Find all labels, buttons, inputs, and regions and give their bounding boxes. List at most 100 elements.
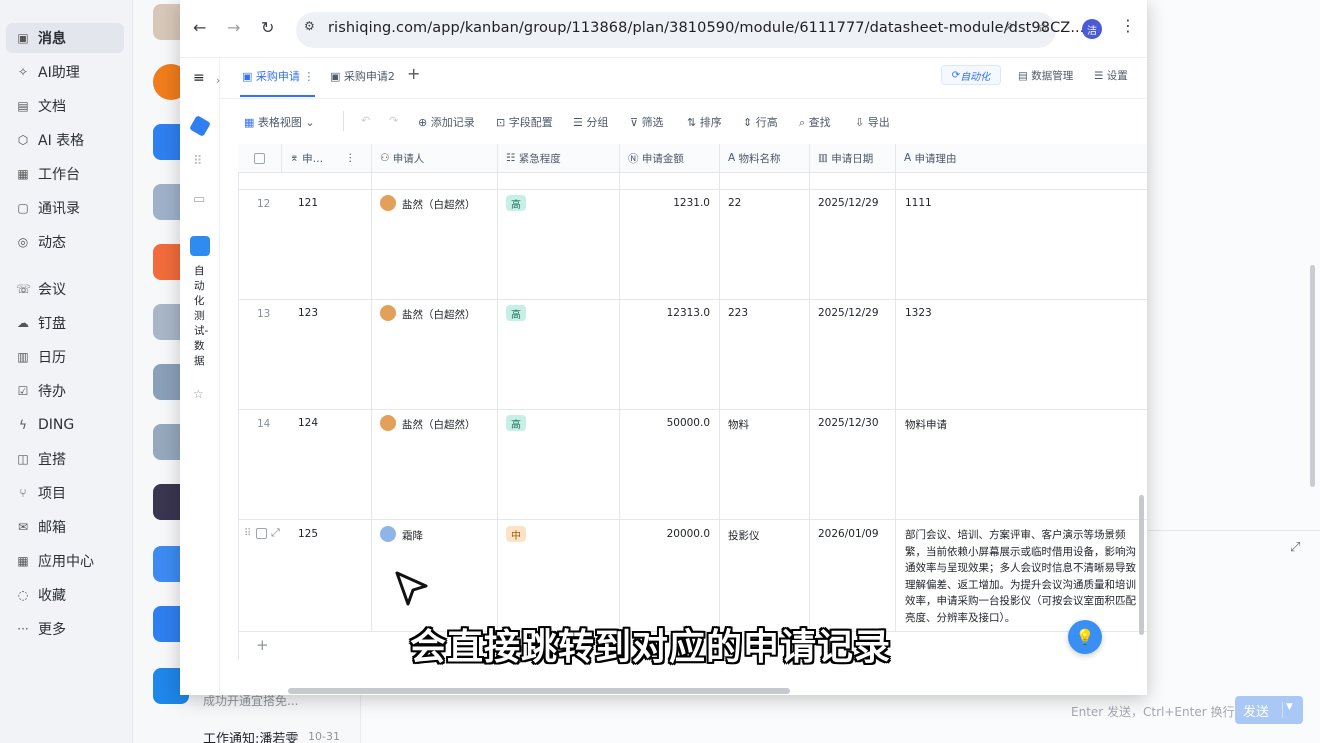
field-config-button[interactable]: ⊡ 字段配置: [496, 114, 553, 130]
cell-id[interactable]: 125: [298, 528, 318, 540]
zoom-icon[interactable]: ⌕: [1006, 18, 1014, 34]
chevron-right-icon[interactable]: ›: [216, 74, 220, 87]
module-label[interactable]: 自动化测试-数据: [194, 264, 208, 369]
nav-item-ai-assistant[interactable]: ✧ AI助理: [6, 57, 124, 87]
cell-material[interactable]: 投影仪: [728, 528, 760, 543]
column-header-urgency[interactable]: ☷ 紧急程度: [498, 144, 620, 172]
nav-item-project[interactable]: ⑂ 项目: [6, 478, 124, 508]
nav-item-yida[interactable]: ◫ 宜搭: [6, 444, 124, 474]
column-header-date[interactable]: ▥ 申请日期: [810, 144, 896, 172]
profile-avatar[interactable]: 洁: [1082, 19, 1102, 39]
cell-date[interactable]: 2025/12/30: [818, 417, 879, 429]
nav-item-favorites[interactable]: ◌ 收藏: [6, 580, 124, 610]
drag-handle-icon[interactable]: ⠿: [244, 528, 251, 539]
bookmark-star-icon[interactable]: ☆: [1036, 17, 1050, 36]
add-row-icon[interactable]: +: [256, 636, 269, 654]
column-header-id[interactable]: ⌆ 申… ⋮: [282, 144, 372, 172]
add-record-button[interactable]: ⊕ 添加记录: [418, 114, 475, 130]
forward-icon[interactable]: →: [227, 18, 240, 37]
export-button[interactable]: ⇩ 导出: [855, 114, 890, 130]
search-button[interactable]: ⌕ 查找: [799, 114, 831, 130]
cell-applicant[interactable]: 盐然（白超然）: [402, 307, 476, 322]
undo-icon[interactable]: ↶: [361, 114, 370, 127]
nav-item-ding[interactable]: ϟ DING: [6, 410, 124, 440]
kebab-menu-icon[interactable]: ⋮: [1120, 16, 1136, 35]
row-checkbox[interactable]: [256, 528, 267, 539]
cell-id[interactable]: 123: [298, 307, 318, 319]
cell-date[interactable]: 2025/12/29: [818, 197, 879, 209]
nav-item-feed[interactable]: ◎ 动态: [6, 227, 124, 257]
nav-item-mail[interactable]: ✉ 邮箱: [6, 512, 124, 542]
site-settings-icon[interactable]: ⚙: [304, 19, 315, 33]
urgency-tag[interactable]: 高: [506, 195, 526, 211]
chat-scrollbar[interactable]: [1310, 265, 1315, 487]
cell-applicant[interactable]: 盐然（白超然）: [402, 197, 476, 212]
cell-reason[interactable]: 物料申请: [905, 417, 947, 432]
group-button[interactable]: ☰ 分组: [573, 114, 608, 130]
column-header-applicant[interactable]: ⚇ 申请人: [372, 144, 498, 172]
automation-button[interactable]: ⟳ 自动化: [941, 65, 1001, 85]
data-manage-button[interactable]: ▤ 数据管理: [1018, 68, 1073, 83]
back-icon[interactable]: ←: [193, 18, 206, 37]
add-tab-icon[interactable]: +: [407, 64, 420, 83]
cell-amount[interactable]: 12313.0: [630, 307, 710, 319]
star-icon[interactable]: ☆: [193, 387, 204, 401]
redo-icon[interactable]: ↷: [389, 114, 398, 127]
expand-record-icon[interactable]: ⤢: [271, 526, 280, 540]
sort-button[interactable]: ⇅ 排序: [687, 114, 722, 130]
nav-item-docs[interactable]: ▤ 文档: [6, 91, 124, 121]
cell-date[interactable]: 2025/12/29: [818, 307, 879, 319]
urgency-tag[interactable]: 中: [506, 526, 526, 542]
folder-icon[interactable]: ▭: [193, 192, 205, 207]
column-header-amount[interactable]: Ⓝ 申请金额: [620, 144, 720, 172]
grid-icon[interactable]: ⠿: [193, 154, 203, 169]
cell-id[interactable]: 124: [298, 417, 318, 429]
view-switcher[interactable]: ▦ 表格视图 ⌄: [244, 114, 315, 130]
help-bulb-icon[interactable]: 💡: [1068, 620, 1102, 654]
chevron-down-icon[interactable]: ▼: [1286, 702, 1293, 712]
vertical-scrollbar[interactable]: [1139, 495, 1144, 635]
cell-amount[interactable]: 50000.0: [630, 417, 710, 429]
chat-title[interactable]: 工作通知:潘若雯: [203, 728, 298, 743]
urgency-tag[interactable]: 高: [506, 305, 526, 321]
cube-logo-icon[interactable]: [189, 115, 211, 137]
menu-icon[interactable]: ≡: [193, 70, 205, 86]
column-menu-icon[interactable]: ⋮: [345, 152, 356, 164]
nav-item-app-center[interactable]: ▦ 应用中心: [6, 546, 124, 576]
tab-purchase-request[interactable]: ▣ 采购申请 ⋮: [242, 68, 314, 84]
nav-item-calendar[interactable]: ▥ 日历: [6, 342, 124, 372]
cell-applicant[interactable]: 霜降: [402, 528, 423, 543]
cell-material[interactable]: 22: [728, 197, 741, 209]
nav-item-meeting[interactable]: ☏ 会议: [6, 274, 124, 304]
active-module-icon[interactable]: [190, 236, 210, 256]
cell-id[interactable]: 121: [298, 197, 318, 209]
cell-amount[interactable]: 1231.0: [630, 197, 710, 209]
expand-icon[interactable]: ⤢: [1290, 540, 1300, 555]
nav-item-contacts[interactable]: ▢ 通讯录: [6, 193, 124, 223]
cell-amount[interactable]: 20000.0: [630, 528, 710, 540]
row-height-button[interactable]: ⇕ 行高: [743, 114, 778, 130]
tab-purchase-request-2[interactable]: ▣ 采购申请2: [330, 68, 395, 84]
select-all-checkbox[interactable]: [238, 144, 282, 172]
cell-reason[interactable]: 部门会议、培训、方案评审、客户演示等场景频繁，当前依赖小屏幕展示或临时借用设备，…: [905, 527, 1141, 626]
filter-button[interactable]: ⊽ 筛选: [630, 114, 664, 130]
horizontal-scrollbar[interactable]: [288, 688, 790, 694]
settings-button[interactable]: ☰ 设置: [1094, 68, 1128, 83]
urgency-tag[interactable]: 高: [506, 415, 526, 431]
cell-applicant[interactable]: 盐然（白超然）: [402, 417, 476, 432]
cell-material[interactable]: 物料: [728, 417, 749, 432]
cell-material[interactable]: 223: [728, 307, 748, 319]
nav-item-messages[interactable]: ▣ 消息: [6, 23, 124, 53]
nav-item-drive[interactable]: ☁ 钉盘: [6, 308, 124, 338]
reload-icon[interactable]: ↻: [261, 18, 274, 37]
url-text[interactable]: rishiqing.com/app/kanban/group/113868/pl…: [328, 20, 1084, 36]
cell-reason[interactable]: 1323: [905, 307, 932, 319]
nav-item-more[interactable]: ··· 更多: [6, 614, 124, 644]
nav-item-ai-table[interactable]: ⬡ AI 表格: [6, 125, 124, 155]
cell-date[interactable]: 2026/01/09: [818, 528, 879, 540]
nav-item-todo[interactable]: ☑ 待办: [6, 376, 124, 406]
nav-item-workbench[interactable]: ▦ 工作台: [6, 159, 124, 189]
column-header-reason[interactable]: A 申请理由: [896, 144, 1147, 172]
cell-reason[interactable]: 1111: [905, 197, 932, 209]
column-header-material[interactable]: A 物料名称: [720, 144, 810, 172]
